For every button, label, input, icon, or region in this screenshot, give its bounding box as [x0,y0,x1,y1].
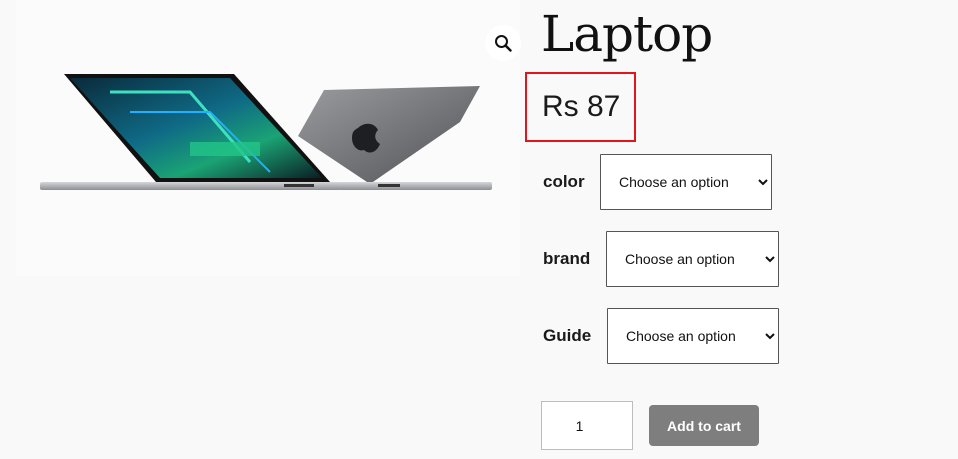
product-title: Laptop [541,5,713,63]
variation-label-brand: brand [543,249,591,268]
add-to-cart-button[interactable]: Add to cart [649,405,759,446]
brand-select[interactable]: Choose an option [606,231,779,287]
color-select[interactable]: Choose an option [600,154,772,210]
variation-label-guide: Guide [543,326,592,345]
guide-select[interactable]: Choose an option [607,308,779,364]
product-gallery [16,0,521,276]
product-price: Rs 87 [542,90,621,123]
magnifier-icon [495,35,512,52]
variation-label-color: color [543,172,585,191]
laptop-product-image[interactable] [40,62,500,202]
quantity-input[interactable] [541,401,633,450]
product-page: Laptop Rs 87 color Choose an option bran… [0,0,958,459]
zoom-button[interactable] [485,25,521,61]
